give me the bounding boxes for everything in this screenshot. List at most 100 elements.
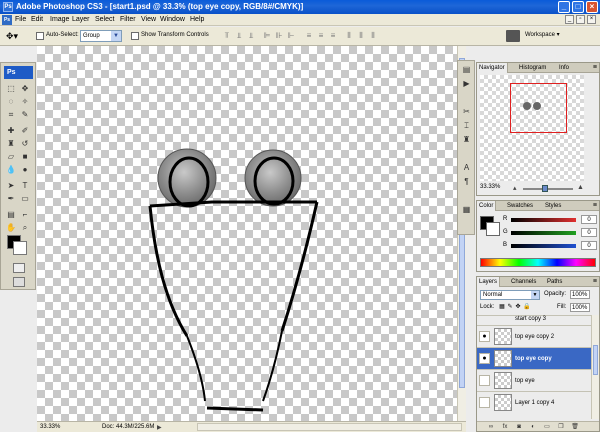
align-top-icon[interactable]: ⫪ [222,31,232,41]
history-brush-tool-icon[interactable]: ↺ [19,138,31,149]
fill-field[interactable]: 100% [570,303,590,312]
tab-layers[interactable]: Layers [477,277,501,287]
align-vcenter-icon[interactable]: ⫫ [234,31,244,41]
brush-tool-icon[interactable]: ✐ [19,125,31,136]
minimize-button[interactable]: _ [558,1,570,13]
distribute-vcenter-icon[interactable]: ≡ [316,31,326,41]
channel-r-value[interactable]: 0 [581,215,597,224]
close-button[interactable]: × [586,1,598,13]
tab-histogram[interactable]: Histogram [517,63,548,73]
background-color-swatch[interactable] [13,241,27,255]
lock-all-icon[interactable]: 🔒 [523,304,530,311]
channel-b-value[interactable]: 0 [581,241,597,250]
marquee-tool-icon[interactable]: ⬚ [5,83,17,94]
hand-tool-icon[interactable]: ✋ [5,222,17,233]
link-layers-icon[interactable]: ∞ [487,423,495,431]
canvas-horizontal-scrollbar[interactable] [197,423,462,431]
panel-menu-icon[interactable]: ≡ [593,64,597,72]
dock-actions-icon[interactable]: ▶ [461,78,472,89]
menu-edit[interactable]: Edit [31,16,43,23]
doc-close-button[interactable]: × [587,15,596,24]
eye-icon[interactable]: ● [479,331,490,342]
tab-paths[interactable]: Paths [545,277,564,287]
tab-channels[interactable]: Channels [509,277,538,287]
menu-file[interactable]: File [15,16,26,23]
panel-menu-icon[interactable]: ≡ [593,278,597,286]
crop-tool-icon[interactable]: ⌗ [5,109,17,120]
notes-tool-icon[interactable]: ▤ [5,209,17,220]
layer-row[interactable]: ● top eye copy 2 [477,325,591,347]
lock-position-icon[interactable]: ✥ [515,304,521,311]
document-canvas[interactable] [37,46,457,421]
workspace-button[interactable]: Workspace ▾ [525,31,560,38]
shape-tool-icon[interactable]: ▭ [19,193,31,204]
blend-mode-dropdown[interactable]: Normal ▼ [480,290,540,300]
channel-g-slider[interactable] [511,231,576,235]
align-left-icon[interactable]: ⊫ [262,31,272,41]
doc-restore-button[interactable]: ▫ [576,15,585,24]
eyedropper-tool-icon[interactable]: ✎ [19,109,31,120]
layers-scrollbar[interactable] [591,315,599,419]
screen-mode-icon[interactable] [13,277,25,287]
lock-transparency-icon[interactable]: ▦ [499,304,505,311]
clone-stamp-tool-icon[interactable]: ♜ [5,138,17,149]
dock-paragraph-icon[interactable]: ¶ [461,176,472,187]
distribute-bottom-icon[interactable]: ≡ [328,31,338,41]
layer-row[interactable]: Layer 1 copy 4 [477,391,591,413]
distribute-right-icon[interactable]: ⦀ [368,31,378,41]
eraser-tool-icon[interactable]: ▱ [5,151,17,162]
dock-history-icon[interactable]: ▤ [461,64,472,75]
menu-window[interactable]: Window [160,16,185,23]
tab-navigator[interactable]: Navigator [477,63,508,73]
healing-brush-tool-icon[interactable]: ✚ [5,125,17,136]
zoom-out-icon[interactable]: ▴ [513,184,517,192]
type-tool-icon[interactable]: T [19,180,31,191]
status-zoom[interactable]: 33.33% [40,424,60,430]
channel-b-slider[interactable] [511,244,576,248]
tab-styles[interactable]: Styles [543,201,563,211]
zoom-in-icon[interactable]: ▲ [577,184,584,191]
dock-layer-comps-icon[interactable]: ▦ [461,204,472,215]
opacity-field[interactable]: 100% [570,290,590,299]
pen-tool-icon[interactable]: ✒ [5,193,17,204]
adjustment-layer-icon[interactable]: ◐ [529,423,537,431]
menu-filter[interactable]: Filter [120,16,136,23]
blur-tool-icon[interactable]: 💧 [5,164,17,175]
menu-image[interactable]: Image [50,16,69,23]
eye-toggle-empty[interactable] [479,375,490,386]
layer-row[interactable]: start copy 3 [477,315,591,325]
maximize-button[interactable]: □ [572,1,584,13]
tab-swatches[interactable]: Swatches [505,201,535,211]
distribute-left-icon[interactable]: ⦀ [344,31,354,41]
dock-clone-source-icon[interactable]: ♜ [461,134,472,145]
eye-icon[interactable]: ● [479,353,490,364]
eye-toggle-empty[interactable] [479,397,490,408]
zoom-tool-icon[interactable]: ⌕ [19,222,31,233]
layers-scroll-thumb[interactable] [593,345,598,375]
tab-info[interactable]: Info [557,63,571,73]
tab-color[interactable]: Color [477,201,497,211]
dock-brushes-icon[interactable]: ⌶ [461,120,472,131]
distribute-hcenter-icon[interactable]: ⦀ [356,31,366,41]
menu-layer[interactable]: Layer [72,16,90,23]
align-bottom-icon[interactable]: ⫫ [246,31,256,41]
move-tool-icon[interactable]: ✥ [19,83,31,94]
channel-r-slider[interactable] [511,218,576,222]
navigator-zoom-value[interactable]: 33.33% [480,184,500,190]
channel-g-value[interactable]: 0 [581,228,597,237]
layer-style-icon[interactable]: fx [501,423,509,431]
status-menu-arrow-icon[interactable]: ▶ [157,424,162,431]
dock-tool-presets-icon[interactable]: ✂ [461,106,472,117]
path-selection-tool-icon[interactable]: ➤ [5,180,17,191]
navigator-zoom-knob[interactable] [542,185,548,192]
menu-view[interactable]: View [141,16,156,23]
navigator-thumbnail[interactable] [480,75,584,181]
gradient-tool-icon[interactable]: ■ [19,151,31,162]
dodge-tool-icon[interactable]: ● [19,164,31,175]
new-layer-icon[interactable]: ❐ [557,423,565,431]
lock-image-icon[interactable]: ✎ [507,304,513,311]
layer-mask-icon[interactable]: ◙ [515,423,523,431]
auto-select-dropdown[interactable]: Group ▼ [80,30,122,42]
color-background-swatch[interactable] [486,222,500,236]
doc-minimize-button[interactable]: _ [565,15,574,24]
